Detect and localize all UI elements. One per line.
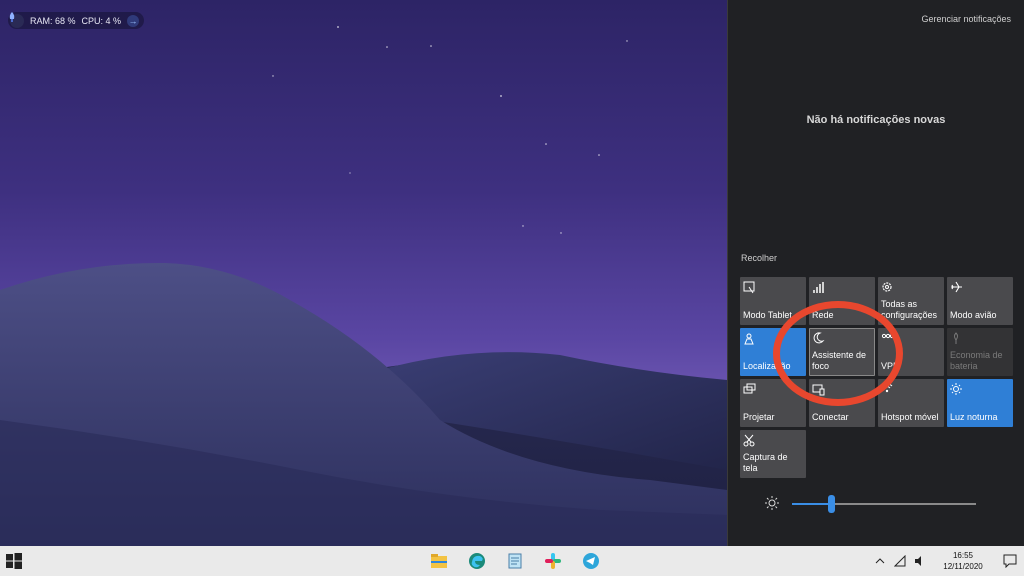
screen-snip-icon <box>743 434 755 447</box>
brightness-slider-thumb[interactable] <box>827 495 835 513</box>
tile-label: Luz noturna <box>950 412 998 422</box>
tile-airplane-mode[interactable]: Modo avião <box>947 277 1013 325</box>
system-monitor-widget[interactable]: RAM: 68 % CPU: 4 % → <box>8 12 145 29</box>
tile-label: Captura de tela <box>743 452 788 473</box>
dune-landscape <box>0 26 727 546</box>
brightness-slider[interactable] <box>792 495 976 513</box>
tile-screen-snip[interactable]: Captura de tela <box>740 430 806 478</box>
taskbar: 16:55 12/11/2020 <box>0 546 1024 576</box>
chevron-up-icon[interactable] <box>870 546 890 576</box>
tablet-mode-icon <box>743 281 755 294</box>
brightness-control <box>758 494 1008 514</box>
telegram-icon[interactable] <box>575 546 607 576</box>
location-icon <box>744 333 754 345</box>
slack-icon[interactable] <box>537 546 569 576</box>
arrow-right-icon[interactable]: → <box>127 14 140 27</box>
action-center-panel: Gerenciar notificações Não há notificaçõ… <box>727 0 1024 546</box>
tile-label: Hotspot móvel <box>881 412 939 422</box>
manage-notifications-link[interactable]: Gerenciar notificações <box>921 14 1011 24</box>
file-explorer-icon[interactable] <box>423 546 455 576</box>
windows-start-icon[interactable] <box>5 552 23 570</box>
no-notifications-message: Não há notificações novas <box>806 114 946 126</box>
action-center-icon[interactable] <box>996 546 1024 576</box>
settings-gear-icon <box>882 282 892 292</box>
tile-label: Economia de bateria <box>950 350 1003 371</box>
clock-time: 16:55 <box>952 551 974 560</box>
rocket-icon <box>9 12 24 28</box>
tile-label: Projetar <box>743 412 775 422</box>
project-icon <box>743 383 756 394</box>
desktop-wallpaper: RAM: 68 % CPU: 4 % → <box>0 0 727 546</box>
edge-icon[interactable] <box>461 546 493 576</box>
tile-all-settings[interactable]: Todas as configurações <box>878 277 944 325</box>
volume-icon[interactable] <box>910 546 930 576</box>
collapse-link[interactable]: Recolher <box>741 253 777 263</box>
brightness-slider-fill <box>792 503 831 505</box>
tile-label: Conectar <box>812 412 849 422</box>
pinned-apps <box>423 546 607 576</box>
brightness-icon <box>765 496 779 510</box>
airplane-icon <box>951 281 962 293</box>
tile-label: Todas as configurações <box>881 299 938 320</box>
tile-night-light[interactable]: Luz noturna <box>947 379 1013 427</box>
system-tray: 16:55 12/11/2020 <box>870 546 1024 576</box>
wifi-icon[interactable] <box>890 546 910 576</box>
clock-date: 12/11/2020 <box>943 562 983 571</box>
tile-label: Modo avião <box>950 310 997 320</box>
battery-saver-icon <box>954 332 958 344</box>
clock[interactable]: 16:55 12/11/2020 <box>934 550 992 572</box>
annotation-highlight-circle <box>773 301 903 406</box>
tile-battery-saver[interactable]: Economia de bateria <box>947 328 1013 376</box>
ram-usage: RAM: 68 % <box>30 15 76 26</box>
night-light-icon <box>950 383 962 395</box>
network-icon <box>813 282 824 293</box>
notepad-icon[interactable] <box>499 546 531 576</box>
cpu-usage: CPU: 4 % <box>81 15 122 26</box>
